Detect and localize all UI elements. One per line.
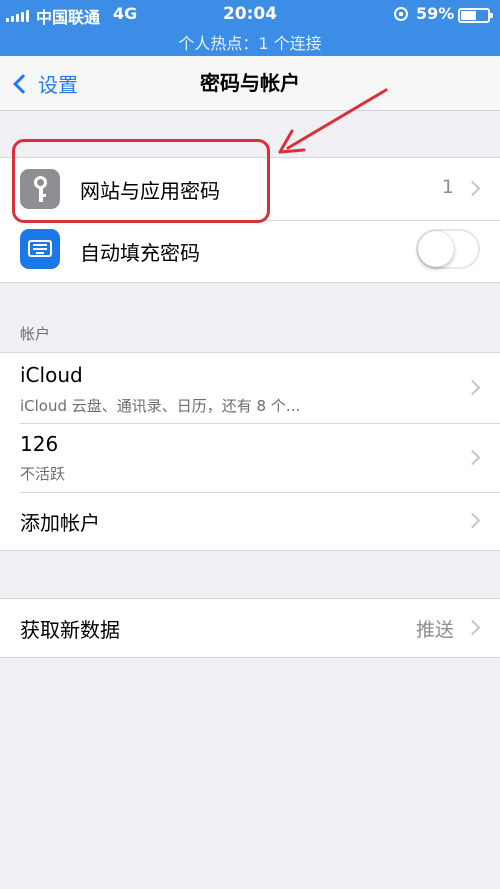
annotation-arrow-icon xyxy=(278,88,388,154)
